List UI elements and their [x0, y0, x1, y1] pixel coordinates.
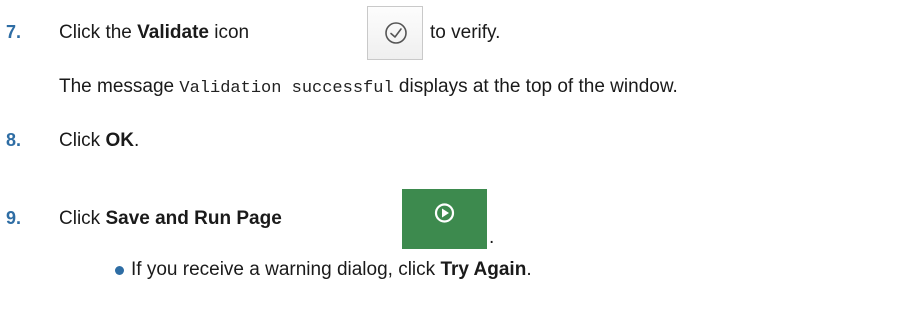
check-circle-icon: [385, 22, 407, 44]
step-7-bold: Validate: [137, 22, 209, 43]
step-8-text: Click OK.: [59, 130, 139, 152]
validation-message: The message Validation successful displa…: [59, 76, 678, 98]
message-code: Validation successful: [179, 79, 394, 98]
step-8-pre: Click: [59, 130, 106, 151]
validate-button: [367, 6, 423, 60]
step-8-post: .: [133, 130, 140, 151]
play-circle-icon: [434, 203, 455, 223]
step-number-9: 9.: [6, 208, 22, 228]
bullet-post: .: [526, 259, 532, 280]
bullet-dot: [115, 266, 124, 275]
step-9-bold: Save and Run Page: [105, 208, 282, 229]
step-9-text: Click Save and Run Page: [59, 208, 282, 230]
warning-bullet-text: If you receive a warning dialog, click T…: [131, 259, 532, 281]
bullet-bold: Try Again: [440, 259, 527, 280]
step-9-post: .: [489, 227, 495, 248]
step-7-pre: Click the: [59, 22, 138, 43]
message-pre: The message: [59, 76, 180, 97]
step-number-7: 7.: [6, 22, 22, 42]
step-7-text: Click the Validate icon: [59, 22, 249, 44]
save-and-run-page-button: [402, 189, 487, 249]
bullet-pre: If you receive a warning dialog, click: [131, 259, 441, 280]
message-post: displays at the top of the window.: [393, 76, 678, 97]
step-9-pre: Click: [59, 208, 106, 229]
step-number-8: 8.: [6, 130, 22, 150]
step-8-bold: OK: [105, 130, 134, 151]
step-7-mid: icon: [208, 22, 250, 43]
step-7-post: to verify.: [430, 22, 501, 43]
